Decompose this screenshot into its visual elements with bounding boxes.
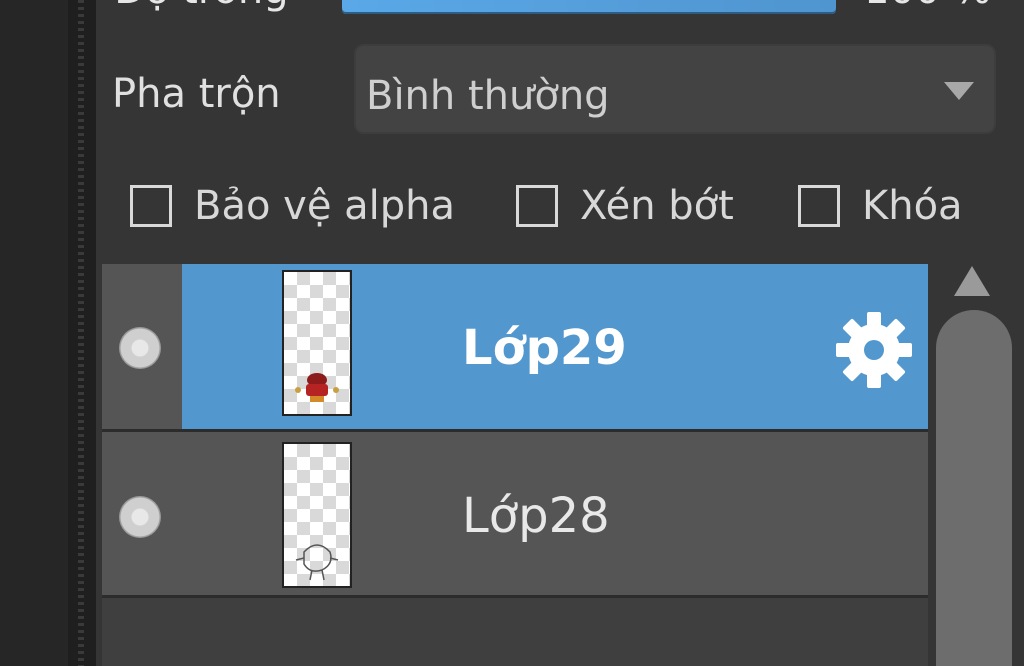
triangle-up-icon[interactable]	[954, 266, 990, 296]
character-sprite-icon	[295, 373, 339, 402]
visibility-cell[interactable]	[102, 264, 182, 429]
protect-alpha-checkbox[interactable]: Bảo vệ alpha	[130, 176, 455, 236]
opacity-row: Độ trong 100 %	[96, 0, 1024, 14]
lock-label: Khóa	[862, 183, 963, 229]
layer-name: Lớp28	[462, 488, 610, 544]
blend-mode-select[interactable]: Bình thường	[354, 44, 996, 134]
checkbox-box[interactable]	[516, 185, 558, 227]
opacity-slider[interactable]	[342, 0, 836, 14]
layer-list: Lớp29 Lớp28	[102, 264, 928, 666]
left-gutter	[0, 0, 68, 666]
gear-icon[interactable]	[832, 308, 916, 392]
clipping-label: Xén bớt	[580, 183, 734, 229]
chevron-down-icon	[944, 82, 974, 100]
layer-thumbnail	[282, 442, 352, 588]
visibility-cell[interactable]	[102, 432, 182, 595]
layer-row-lop29[interactable]: Lớp29	[102, 264, 928, 432]
checkbox-box[interactable]	[130, 185, 172, 227]
panel-splitter[interactable]	[68, 0, 96, 666]
opacity-value: 100 %	[864, 0, 991, 10]
blend-mode-label: Pha trộn	[112, 71, 281, 117]
layer-name: Lớp29	[462, 320, 627, 376]
blend-mode-value: Bình thường	[366, 73, 610, 119]
sketch-sprite-icon	[295, 544, 339, 581]
layer-row-lop28[interactable]: Lớp28	[102, 432, 928, 598]
layer-panel: Độ trong 100 % Pha trộn Bình thường Bảo …	[96, 0, 1024, 666]
layer-thumbnail	[282, 270, 352, 416]
layer-properties-window: Độ trong 100 % Pha trộn Bình thường Bảo …	[0, 0, 1024, 666]
checkbox-box[interactable]	[798, 185, 840, 227]
opacity-label: Độ trong	[114, 0, 289, 10]
protect-alpha-label: Bảo vệ alpha	[194, 183, 456, 229]
eye-dot-icon[interactable]	[119, 327, 161, 369]
lock-checkbox[interactable]: Khóa	[798, 176, 963, 236]
clipping-checkbox[interactable]: Xén bớt	[516, 176, 734, 236]
eye-dot-icon[interactable]	[119, 496, 161, 538]
scrollbar-handle[interactable]	[936, 310, 1012, 666]
